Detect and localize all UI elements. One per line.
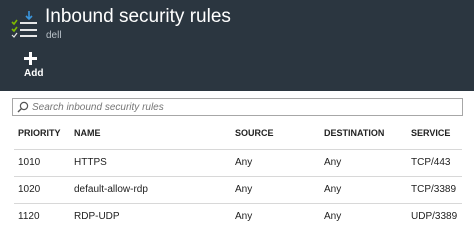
table-row[interactable]: 1010 HTTPS Any Any TCP/443: [14, 149, 462, 176]
add-button-label: Add: [24, 68, 44, 79]
table-row[interactable]: 1120 RDP-UDP Any Any UDP/3389: [14, 203, 462, 230]
column-header-source[interactable]: SOURCE: [235, 128, 274, 138]
page-subtitle: dell: [46, 30, 62, 41]
cell-destination: Any: [324, 157, 342, 168]
search-box[interactable]: [12, 98, 463, 116]
column-header-priority[interactable]: PRIORITY: [18, 128, 61, 138]
cell-service: TCP/3389: [411, 184, 457, 195]
cell-destination: Any: [324, 211, 342, 222]
column-header-service[interactable]: SERVICE: [411, 128, 450, 138]
cell-destination: Any: [324, 184, 342, 195]
table-row[interactable]: 1020 default-allow-rdp Any Any TCP/3389: [14, 176, 462, 203]
cell-priority: 1010: [18, 157, 41, 168]
search-icon: [17, 101, 29, 113]
cell-service: TCP/443: [411, 157, 451, 168]
cell-name: HTTPS: [74, 157, 107, 168]
cell-priority: 1120: [18, 211, 40, 222]
cell-source: Any: [235, 157, 253, 168]
cell-name: default-allow-rdp: [74, 184, 148, 195]
column-header-name[interactable]: NAME: [74, 128, 101, 138]
add-button[interactable]: Add: [14, 48, 54, 86]
security-rules-icon: [11, 11, 37, 38]
column-header-destination[interactable]: DESTINATION: [324, 128, 384, 138]
cell-service: UDP/3389: [411, 211, 458, 222]
blade-header: Inbound security rules dell Add: [0, 0, 474, 91]
cell-source: Any: [235, 184, 253, 195]
search-input[interactable]: [32, 99, 457, 115]
page-title: Inbound security rules: [45, 6, 231, 27]
cell-name: RDP-UDP: [74, 211, 120, 222]
plus-icon: [24, 52, 37, 65]
cell-priority: 1020: [18, 184, 41, 195]
cell-source: Any: [235, 211, 253, 222]
